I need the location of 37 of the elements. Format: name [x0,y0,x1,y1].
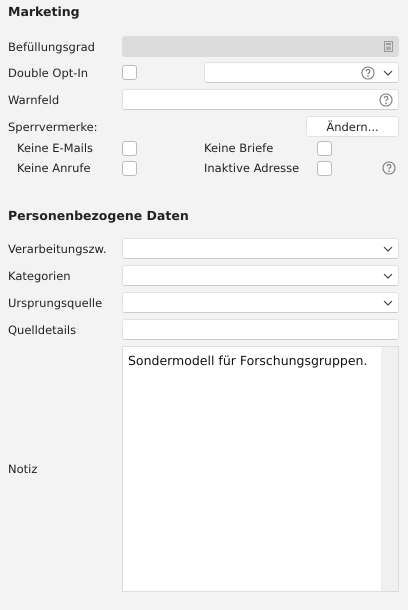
warning-field[interactable] [122,89,399,110]
field-label: Notiz [8,462,38,476]
caret-icon [383,246,393,252]
checkbox[interactable] [122,160,137,176]
help-icon[interactable] [361,66,375,80]
caret-icon [383,272,393,278]
help-icon[interactable] [382,161,396,175]
caret-icon [383,300,393,306]
field-label: Befüllungsgrad [8,40,96,54]
field-label: Warnfeld [8,92,60,106]
dropdown[interactable] [122,265,399,286]
scrollbar[interactable] [381,347,398,591]
text-field[interactable] [122,319,399,340]
field-label: Kategorien [8,268,72,282]
checkbox[interactable] [122,65,137,80]
option-label: Keine Briefe [204,141,274,155]
help-icon[interactable] [379,92,393,106]
dropdown[interactable] [122,292,399,313]
field-label: Ursprungsquelle [8,296,104,310]
note-field[interactable]: Sondermodell für Forschungsgruppen. [122,346,399,592]
option-label: Inaktive Adresse [204,161,300,175]
option-label: Keine Anrufe [16,160,92,177]
checkbox[interactable] [122,140,137,156]
section-title: Personenbezogene Daten [8,208,190,223]
field-label: Verarbeitungszw. [8,242,108,256]
change-button[interactable]: Ändern... [306,116,399,137]
note-text: Sondermodell für Forschungsgruppen. [128,353,368,368]
field-label: Double Opt-In [8,66,90,80]
caret-icon [383,70,393,76]
option-label: Keine E-Mails [16,140,94,157]
field-label: Quelldetails [8,322,78,336]
dropdown[interactable] [122,238,399,259]
section-title: Marketing [8,4,81,19]
calculator-icon [384,41,393,52]
checkbox[interactable] [317,160,332,176]
checkbox[interactable] [317,140,332,156]
field-label: Sperrvermerke: [8,120,99,134]
